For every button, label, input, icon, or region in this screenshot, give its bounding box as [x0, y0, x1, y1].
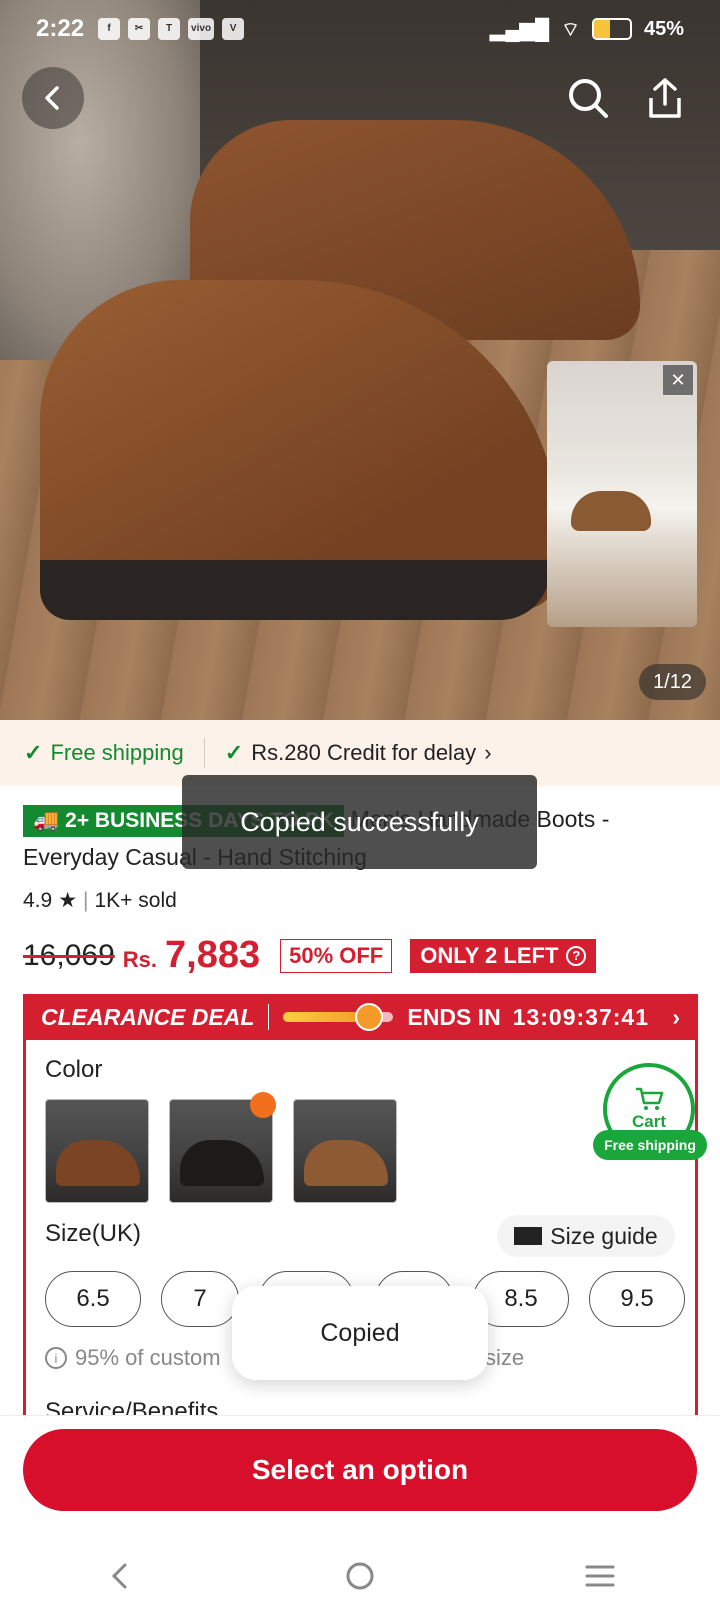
system-nav-bar — [0, 1540, 720, 1612]
deal-ends-label: ENDS IN — [407, 1003, 501, 1030]
divider — [268, 1004, 270, 1030]
chevron-left-icon — [111, 1563, 127, 1589]
swatch-image — [56, 1140, 140, 1186]
select-option-button[interactable]: Select an option — [23, 1429, 697, 1511]
divider: | — [83, 888, 89, 912]
fit-hint-tail: size — [485, 1345, 525, 1370]
size-label: Size(UK) — [45, 1220, 142, 1247]
deal-title: CLEARANCE DEAL — [41, 1003, 255, 1030]
ruler-icon — [514, 1227, 543, 1245]
original-price: 16,069 — [23, 938, 115, 972]
info-icon: i — [45, 1347, 67, 1369]
size-guide-label: Size guide — [550, 1222, 658, 1249]
copied-toast: Copied — [232, 1286, 488, 1380]
share-button[interactable] — [637, 70, 693, 126]
share-icon — [649, 78, 681, 118]
image-counter: 1/12 — [639, 664, 706, 700]
clock-icon — [355, 1003, 384, 1031]
vivo-icon: vivo — [188, 18, 215, 40]
home-circle-icon — [346, 1562, 374, 1590]
menu-icon — [585, 1565, 615, 1587]
close-video-button[interactable]: ✕ — [663, 365, 693, 395]
currency: Rs. — [122, 946, 158, 972]
fire-icon — [250, 1092, 276, 1118]
swatch-image — [304, 1140, 388, 1186]
chevron-right-icon: › — [484, 740, 492, 765]
product-boot-sole — [40, 560, 550, 620]
size-chip[interactable]: 9.5 — [589, 1271, 685, 1327]
status-right: ▂▄▆█ ⌔ 45% — [490, 17, 684, 42]
status-time: 2:22 — [36, 15, 85, 42]
chevron-right-icon: › — [672, 1003, 680, 1030]
fit-hint: i 95% of custom — [45, 1345, 221, 1371]
check-icon: ✓ — [24, 740, 43, 765]
battery-icon — [591, 18, 632, 40]
color-swatch-black[interactable] — [169, 1092, 276, 1203]
back-button[interactable] — [22, 67, 84, 129]
size-chip[interactable]: 6.5 — [45, 1271, 141, 1327]
check-icon: ✓ — [224, 740, 244, 765]
wifi-icon: ⌔ — [561, 18, 580, 41]
rating-value: 4.9 — [23, 888, 53, 912]
temu-icon: T — [158, 18, 181, 40]
nav-home-button[interactable] — [330, 1546, 390, 1606]
status-bar: 2:22 f ✂ T vivo V ▂▄▆█ ⌔ 45% — [0, 0, 720, 58]
cart-free-shipping: Free shipping — [593, 1130, 707, 1160]
search-icon — [569, 79, 608, 118]
delay-credit[interactable]: ✓ Rs.280 Credit for delay › — [225, 740, 492, 766]
cart-icon — [636, 1087, 664, 1110]
star-icon: ★ — [58, 889, 78, 912]
close-icon: ✕ — [670, 369, 686, 390]
copied-successfully-toast: Copied successfully — [182, 775, 537, 869]
facebook-icon: f — [98, 18, 121, 40]
deal-timer: 13:09:37:41 — [512, 1003, 649, 1030]
size-guide-button[interactable]: Size guide — [497, 1215, 675, 1257]
price-row: 16,069 Rs. 7,883 50% OFF ONLY 2 LEFT ? — [23, 934, 597, 977]
color-swatch-brown[interactable] — [45, 1099, 149, 1203]
deal-progress — [283, 1003, 394, 1031]
delay-credit-label: Rs.280 Credit for delay — [251, 740, 477, 765]
clearance-deal-header[interactable]: CLEARANCE DEAL ENDS IN 13:09:37:41 › — [23, 994, 698, 1040]
stock-badge[interactable]: ONLY 2 LEFT ? — [410, 938, 597, 973]
search-button[interactable] — [560, 70, 616, 126]
sale-price: 7,883 — [165, 934, 261, 976]
free-shipping-label: Free shipping — [50, 740, 184, 765]
chevron-left-icon — [45, 86, 59, 110]
color-swatch-tan[interactable] — [293, 1099, 397, 1203]
sold-count: 1K+ sold — [94, 888, 177, 912]
discount-badge: 50% OFF — [280, 938, 393, 973]
help-icon: ? — [566, 945, 587, 966]
battery-percent: 45% — [643, 17, 684, 40]
video-preview[interactable]: ✕ — [547, 361, 697, 627]
swatch-image — [180, 1140, 264, 1186]
fit-hint-text: 95% of custom — [75, 1345, 221, 1370]
cart-label: Cart — [631, 1112, 666, 1131]
scissors-icon: ✂ — [128, 18, 151, 40]
v-app-icon: V — [222, 18, 245, 40]
video-preview-shoe — [571, 491, 651, 531]
size-chip[interactable]: 7 — [161, 1271, 239, 1327]
nav-back-button[interactable] — [90, 1546, 150, 1606]
free-shipping: ✓ Free shipping — [24, 740, 184, 766]
signal-icon: ▂▄▆█ — [490, 18, 550, 41]
truck-icon: 🚚 — [33, 808, 60, 832]
nav-menu-button[interactable] — [570, 1546, 630, 1606]
rating-row[interactable]: 4.9 ★ | 1K+ sold — [23, 888, 177, 913]
stock-badge-label: ONLY 2 LEFT — [420, 942, 559, 968]
status-notification-icons: f ✂ T vivo V — [98, 18, 245, 40]
color-label: Color — [45, 1056, 103, 1083]
divider — [203, 738, 205, 768]
